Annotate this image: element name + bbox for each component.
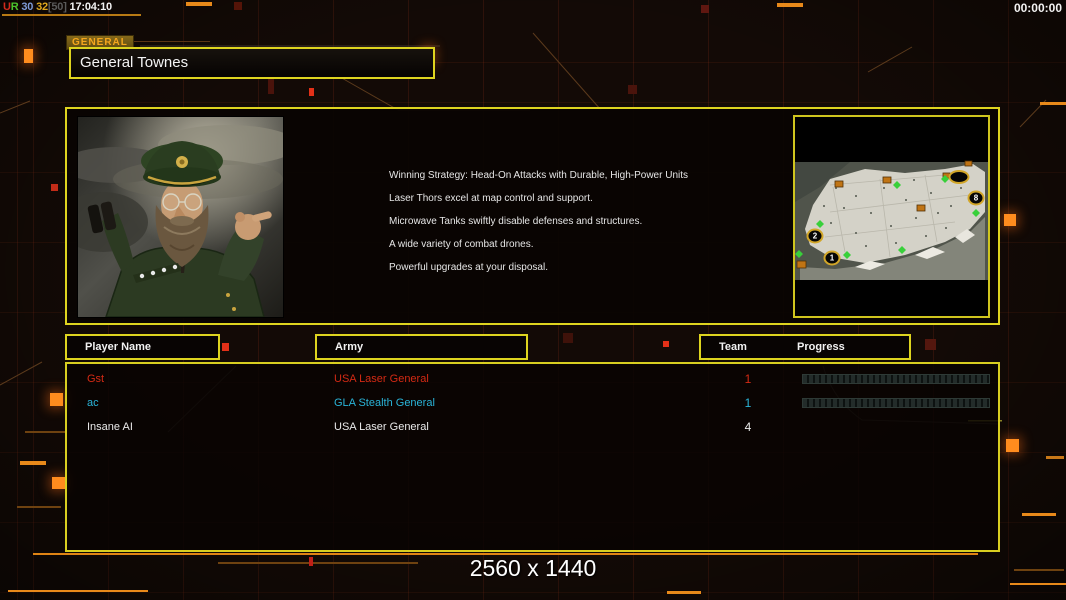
decor-square-red: [51, 184, 58, 191]
decor-square: [50, 393, 63, 406]
header-team-label: Team: [719, 341, 747, 353]
decor-square-red: [309, 557, 313, 566]
debug-fps: 30: [21, 1, 34, 13]
player-panel: Gst USA Laser General 1 ac GLA Stealth G…: [65, 362, 1000, 552]
decor-square: [52, 477, 65, 489]
player-army: USA Laser General: [334, 373, 429, 385]
loading-screen: UR 30 32[50] 17:04:10 00:00:00 GENERAL G…: [0, 0, 1066, 600]
minimap-marker-2: 2: [806, 228, 824, 244]
decor-square-dim: [925, 339, 936, 350]
table-row: ac GLA Stealth General 1: [67, 391, 998, 415]
player-team: 1: [744, 396, 752, 410]
header-army-label: Army: [335, 341, 364, 353]
decor-dash: [1010, 583, 1066, 585]
decor-dash: [777, 3, 803, 7]
decor-dash: [1046, 456, 1064, 459]
decor-square: [1004, 214, 1016, 226]
strategy-line: Winning Strategy: Head-On Attacks with D…: [389, 170, 689, 181]
strategy-line: Microwave Tanks swiftly disable defenses…: [389, 216, 643, 227]
resolution-label: 2560 x 1440: [469, 555, 597, 581]
player-army: USA Laser General: [334, 421, 429, 433]
strategy-line: Powerful upgrades at your disposal.: [389, 262, 548, 273]
decor-dash-dim: [17, 506, 61, 508]
decor-square-dim: [628, 85, 637, 94]
decor-dash: [20, 461, 46, 465]
player-name: ac: [87, 397, 99, 409]
debug-readout: UR 30 32[50] 17:04:10: [3, 1, 112, 13]
player-team: 1: [744, 372, 752, 386]
decor-dash: [8, 590, 148, 592]
general-name: General Townes: [80, 54, 189, 71]
strategy-line: Laser Thors excel at map control and sup…: [389, 193, 593, 204]
debug-value: 32: [36, 1, 48, 13]
minimap: 8 2 1: [793, 115, 990, 318]
minimap-marker-8: 8: [967, 190, 985, 206]
minimap-marker: [948, 170, 970, 184]
decor-square: [24, 49, 33, 63]
debug-u: U: [3, 1, 11, 13]
hud-underline: [2, 14, 141, 16]
decor-dash: [186, 2, 212, 6]
minimap-markers: 8 2 1: [795, 117, 988, 316]
decor-dash: [667, 591, 701, 594]
player-name: Gst: [87, 373, 105, 385]
player-progress-bar: [802, 374, 990, 384]
debug-bracket: [50]: [47, 1, 67, 13]
table-row: Insane AI USA Laser General 4: [67, 415, 998, 439]
header-progress-label: Progress: [797, 341, 845, 353]
general-portrait-art: [78, 117, 283, 317]
header-army: Army: [315, 334, 528, 360]
decor-square-red: [663, 341, 669, 347]
debug-clock: 17:04:10: [69, 1, 113, 13]
decor-square-dim: [701, 5, 709, 13]
header-player-name: Player Name: [65, 334, 220, 360]
debug-r: R: [10, 1, 19, 13]
decor-square-dim: [234, 2, 242, 10]
player-name: Insane AI: [87, 421, 133, 433]
table-row: Gst USA Laser General 1: [67, 367, 998, 391]
player-rows: Gst USA Laser General 1 ac GLA Stealth G…: [67, 367, 998, 439]
decor-square: [1006, 439, 1019, 452]
decor-square-red: [309, 88, 314, 96]
player-team: 4: [744, 420, 752, 434]
header-team-progress: Team Progress: [699, 334, 911, 360]
strategy-line: A wide variety of combat drones.: [389, 239, 534, 250]
header-player-name-label: Player Name: [85, 341, 152, 353]
player-army: GLA Stealth General: [334, 397, 435, 409]
decor-square-red: [222, 343, 229, 351]
game-timer: 00:00:00: [1013, 1, 1062, 15]
player-progress-bar: [802, 398, 990, 408]
strategy-text: Winning Strategy: Head-On Attacks with D…: [389, 164, 789, 279]
general-title-box: General Townes: [69, 47, 435, 79]
decor-dash: [1040, 102, 1066, 105]
decor-dash-dim: [25, 431, 65, 433]
minimap-marker-1: 1: [823, 250, 841, 266]
decor-dash: [1022, 513, 1056, 516]
decor-square-dim: [563, 333, 573, 343]
general-portrait: [77, 116, 284, 318]
